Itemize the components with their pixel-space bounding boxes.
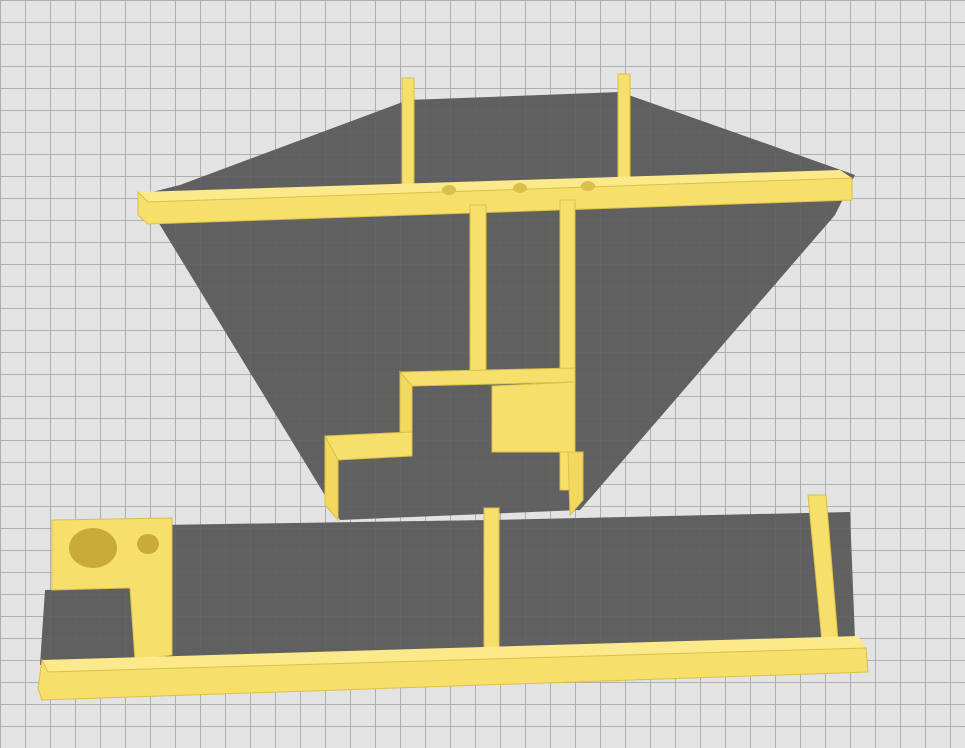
upper-right-post bbox=[617, 73, 631, 185]
upper-block bbox=[491, 381, 576, 453]
small-hole bbox=[137, 534, 159, 554]
mount-hole-center bbox=[513, 183, 527, 193]
mount-hole-left bbox=[442, 185, 456, 195]
3d-build-plate-view[interactable] bbox=[0, 0, 965, 748]
scene-canvas[interactable] bbox=[0, 0, 965, 748]
upper-shadow-grid bbox=[140, 92, 855, 520]
upper-step-lower bbox=[324, 431, 413, 461]
upper-left-post bbox=[401, 77, 415, 187]
large-hole bbox=[69, 528, 117, 568]
lower-middle-post bbox=[483, 507, 500, 649]
upper-left-rail bbox=[469, 204, 487, 373]
mount-hole-right bbox=[581, 181, 595, 191]
